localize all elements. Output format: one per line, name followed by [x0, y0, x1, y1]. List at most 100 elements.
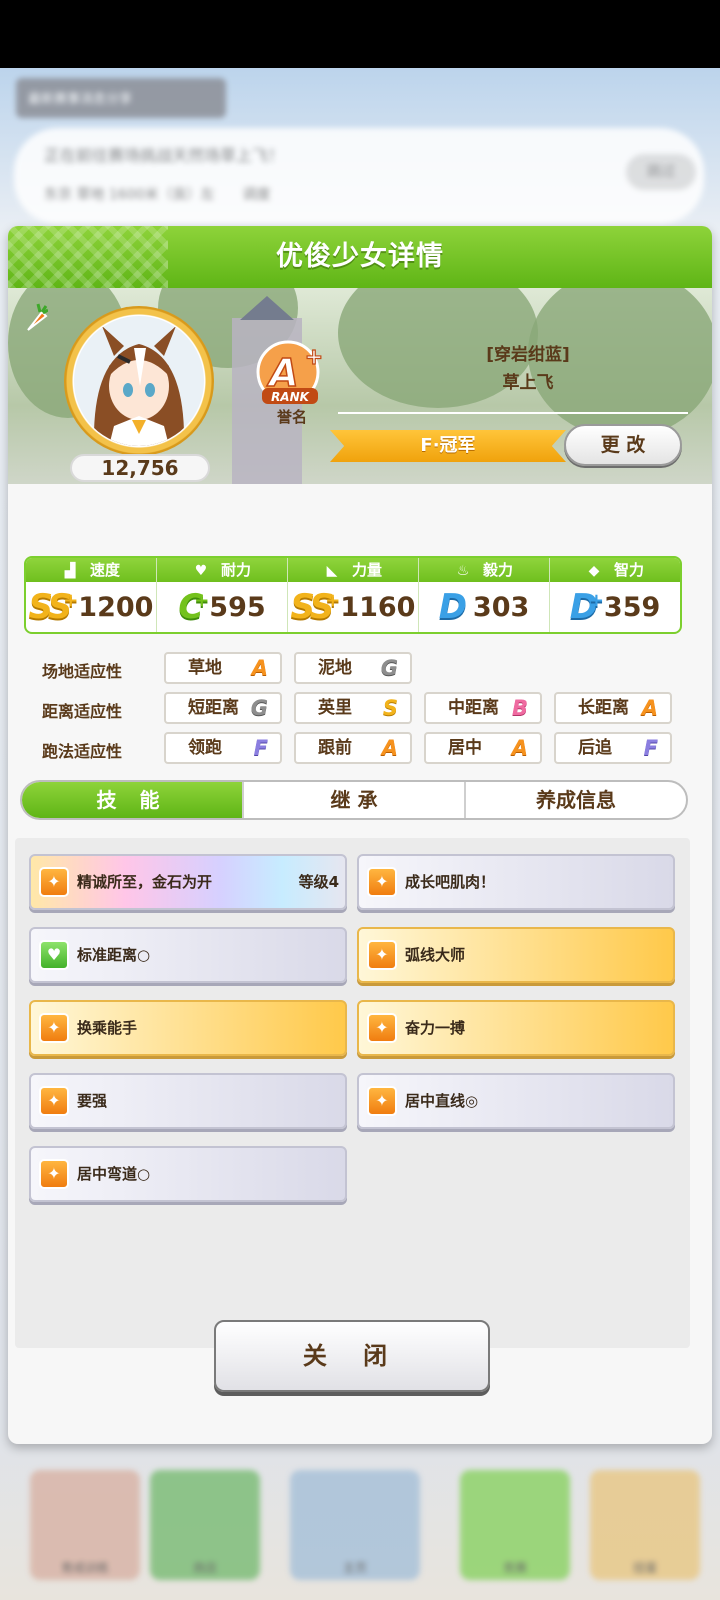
skill-item[interactable]: ♥ 标准距离○	[29, 927, 347, 983]
aptitude-long-grade: A	[641, 696, 658, 720]
stat-power-label: 力量	[351, 561, 382, 579]
tab-skills[interactable]: 技 能	[22, 782, 244, 818]
fan-count: 12,756	[70, 454, 210, 482]
skill-name: 居中直线◎	[405, 1092, 479, 1110]
heart-icon: ♥	[194, 563, 208, 579]
style-aptitude-row: 跑法适应性 领跑 F 跟前 A 居中 A 后追 F	[34, 732, 674, 764]
stat-power: ◣ 力量 SS +1160	[288, 558, 419, 632]
background-message-line2: 东京 草地 1600米（良）左 调度	[44, 184, 674, 204]
aptitude-sprint-grade: G	[250, 696, 268, 720]
tab-inheritance[interactable]: 继 承	[244, 782, 466, 818]
stat-power-header: ◣ 力量	[288, 558, 418, 582]
stat-stamina-value: 595	[209, 591, 266, 623]
speed-up-icon: ✦	[39, 1159, 69, 1189]
muscle-icon: ◣	[326, 563, 338, 579]
skill-name: 换乘能手	[77, 1019, 138, 1037]
rank-caption: 誉名	[276, 408, 307, 426]
skill-name: 要强	[77, 1092, 108, 1110]
speed-up-icon: ✦	[367, 940, 397, 970]
stat-power-body: SS +1160	[288, 582, 418, 632]
aptitude-late-name: 居中	[448, 738, 482, 758]
stat-speed-label: 速度	[89, 561, 120, 579]
stat-stamina-grade-plus: +	[194, 590, 210, 611]
background-bottom-nav: 育成训练 商店 主页 竞赛 扭蛋	[0, 1420, 720, 1600]
background-message-bubble: 正在前往赛场挑战天然场草上飞！ 东京 草地 1600米（良）左 调度	[14, 128, 704, 224]
aptitude-late: 居中 A	[424, 732, 542, 764]
style-aptitude-label: 跑法适应性	[42, 742, 123, 761]
speed-up-icon: ✦	[367, 1013, 397, 1043]
skill-name: 奋力一搏	[405, 1019, 466, 1037]
speed-up-icon: ✦	[39, 867, 69, 897]
stat-guts-value: 303	[472, 591, 530, 623]
stat-speed-body: SS +1200	[26, 582, 156, 632]
stat-stamina-label: 耐力	[220, 561, 251, 579]
change-button[interactable]: 更 改	[564, 424, 682, 466]
skill-item[interactable]: ✦ 奋力一搏	[357, 1000, 675, 1056]
aptitude-dirt: 泥地 G	[294, 652, 412, 684]
shoe-icon: ▟	[64, 563, 76, 579]
stat-stamina-grade: C +	[178, 587, 209, 627]
header-pattern	[8, 226, 168, 288]
aptitude-front-name: 领跑	[188, 738, 222, 758]
speed-up-icon: ✦	[39, 1086, 69, 1116]
aptitude-long: 长距离 A	[554, 692, 672, 724]
stat-power-grade-plus: +	[325, 590, 341, 611]
skill-item[interactable]: ✦ 居中弯道○	[29, 1146, 347, 1202]
aptitude-sprint-name: 短距离	[188, 698, 239, 718]
skill-level: 等级4	[298, 873, 339, 891]
flame-icon: ♨	[456, 563, 470, 579]
character-portrait	[74, 316, 204, 446]
dialog-title: 优俊少女详情	[276, 241, 444, 272]
aptitude-turf: 草地 A	[164, 652, 282, 684]
aptitude-long-name: 长距离	[578, 698, 629, 718]
skill-item[interactable]: ✦ 居中直线◎	[357, 1073, 675, 1129]
aptitude-pace-name: 跟前	[318, 738, 352, 758]
aptitude-medium: 中距离 B	[424, 692, 542, 724]
stat-wisdom-header: ◆ 智力	[550, 558, 680, 582]
nav-training-label: 育成训练	[60, 1561, 109, 1575]
aptitude-mile-grade: S	[382, 696, 398, 720]
distance-aptitude-row: 距离适应性 短距离 G 英里 S 中距离 B 长距离 A	[34, 692, 674, 724]
aptitude-medium-name: 中距离	[448, 698, 499, 718]
stat-speed-value: 1200	[78, 591, 154, 623]
skill-name: 精诚所至，金石为开	[77, 873, 213, 891]
distance-aptitude-label: 距离适应性	[42, 702, 123, 721]
stat-stamina-header: ♥ 耐力	[157, 558, 287, 582]
dialog-header: 优俊少女详情	[8, 226, 712, 288]
aptitude-dirt-grade: G	[380, 656, 398, 680]
class-ribbon: F·冠军	[330, 430, 566, 462]
speed-up-icon: ✦	[367, 867, 397, 897]
skill-item[interactable]: ✦ 换乘能手	[29, 1000, 347, 1056]
aptitude-end: 后追 F	[554, 732, 672, 764]
track-aptitude-label: 场地适应性	[42, 662, 123, 681]
stat-wisdom-value: 359	[603, 591, 661, 623]
aptitude-pace-grade: A	[381, 736, 398, 760]
stats-panel: ▟ 速度 SS +1200 ♥ 耐力 C +595 ◣ 力量 SS +1160 ♨ 毅力 D3…	[24, 556, 682, 634]
aptitude-front: 领跑 F	[164, 732, 282, 764]
rank-plus: +	[305, 345, 323, 370]
stat-stamina-body: C +595	[157, 582, 287, 632]
background-skip-button: 跳过	[626, 154, 696, 190]
name-divider	[338, 412, 688, 414]
aptitude-front-grade: F	[253, 736, 268, 760]
skill-item[interactable]: ✦ 要强	[29, 1073, 347, 1129]
close-button[interactable]: 关 闭	[214, 1320, 490, 1392]
skill-item[interactable]: ✦ 精诚所至，金石为开 等级4	[29, 854, 347, 910]
character-banner: 12,756 A + RANK 誉名 [穿岩绀蓝] 草上飞 F·冠军 更 改	[8, 288, 712, 484]
aptitude-end-grade: F	[643, 736, 658, 760]
skill-item[interactable]: ✦ 弧线大师	[357, 927, 675, 983]
aptitude-end-name: 后追	[578, 738, 612, 758]
tab-training-info[interactable]: 养成信息	[466, 782, 686, 818]
game-screen: 最新赛事消息分享 正在前往赛场挑战天然场草上飞！ 东京 草地 1600米（良）左…	[0, 68, 720, 1600]
aptitude-turf-name: 草地	[188, 658, 222, 678]
background-race-info: 东京 草地 1600米（良）左	[44, 187, 215, 203]
skill-item[interactable]: ✦ 成长吧肌肉！	[357, 854, 675, 910]
stat-guts-label: 毅力	[482, 561, 513, 579]
stat-speed-grade: SS +	[29, 587, 79, 627]
stat-guts-body: D 303	[419, 582, 549, 632]
stat-wisdom-grade: D +	[570, 587, 604, 627]
rank-word: RANK	[271, 390, 311, 404]
stat-wisdom-body: D +359	[550, 582, 680, 632]
stat-power-grade: SS +	[291, 587, 341, 627]
background-message-line1: 正在前往赛场挑战天然场草上飞！	[44, 146, 285, 165]
